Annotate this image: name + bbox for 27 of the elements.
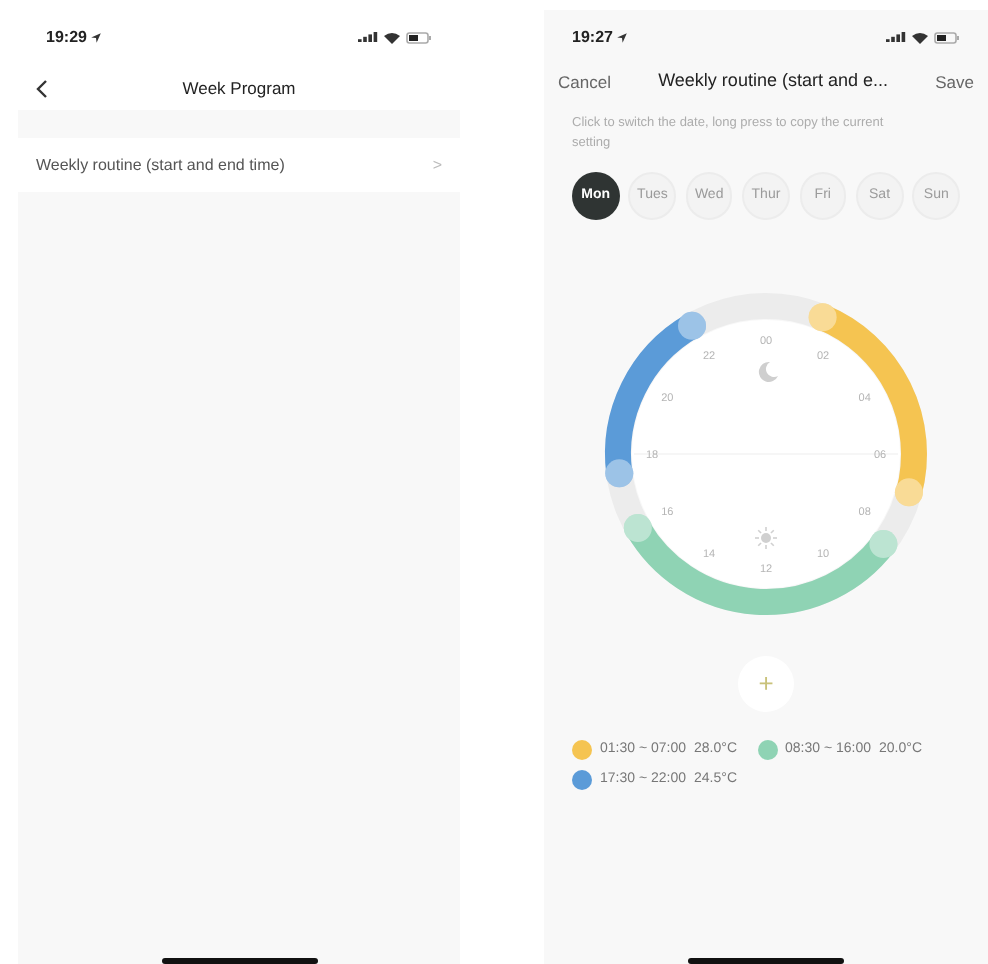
nav-title: Week Program [182, 75, 296, 101]
drag-handle[interactable] [894, 478, 923, 507]
sun-icon [754, 526, 778, 550]
battery-icon [934, 32, 960, 44]
drag-handle[interactable] [605, 459, 634, 488]
status-time: 19:29 [46, 26, 87, 50]
save-button[interactable]: Save [935, 69, 974, 95]
screen-title: Weekly routine (start and e... [658, 68, 888, 95]
drag-handle[interactable] [869, 530, 898, 559]
moon-icon [758, 361, 778, 382]
add-button[interactable]: + [738, 656, 794, 712]
wifi-icon [384, 32, 400, 44]
status-time: 19:27 [572, 26, 613, 50]
signal-icon [358, 32, 378, 44]
drag-handle[interactable] [678, 311, 706, 340]
battery-icon [406, 32, 432, 44]
back-icon[interactable] [36, 80, 48, 98]
location-arrow-icon [90, 32, 103, 44]
drag-handle[interactable] [808, 303, 837, 332]
chevron-icon: > [432, 153, 442, 177]
cancel-button[interactable]: Cancel [558, 69, 611, 95]
drag-handle[interactable] [623, 514, 652, 542]
wifi-icon [912, 32, 928, 44]
signal-icon [886, 32, 906, 44]
row-label: Weekly routine (start and end time) [36, 153, 285, 177]
location-arrow-icon [616, 32, 629, 44]
list-row[interactable]: Weekly routine (start and end time) > [18, 138, 460, 192]
